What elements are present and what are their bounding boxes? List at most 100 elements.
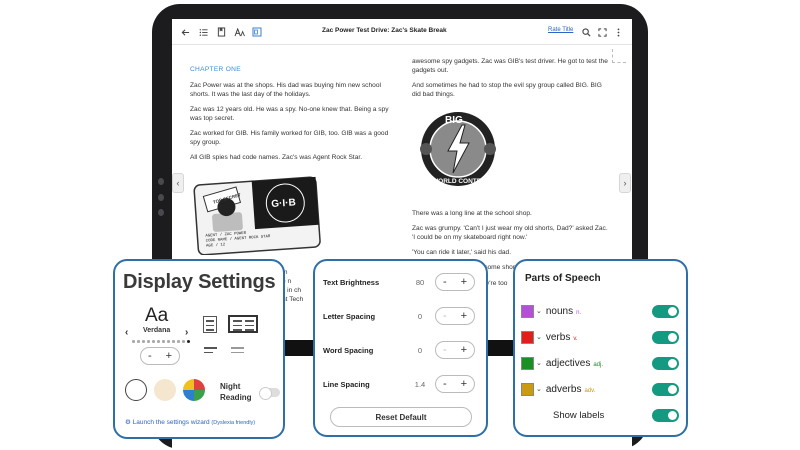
paragraph: All GIB spies had code names. Zac's was … (190, 154, 363, 161)
chevron-left-icon: ‹ (176, 178, 180, 188)
pos-abbr: adj. (593, 361, 604, 368)
fullscreen-icon[interactable] (595, 25, 609, 39)
letter-spacing-stepper[interactable]: - + (435, 307, 475, 325)
adjectives-toggle[interactable] (652, 356, 679, 370)
font-dot[interactable] (182, 340, 185, 343)
font-dot[interactable] (172, 340, 175, 343)
cream-background-swatch[interactable] (154, 379, 176, 401)
night-reading-toggle[interactable] (259, 387, 280, 400)
text-brightness-stepper[interactable]: - + (435, 273, 475, 291)
letter-spacing-row: Letter Spacing 0 - + (323, 306, 483, 326)
big-logo-top: BIG (445, 115, 463, 126)
pos-abbr: n. (576, 309, 582, 316)
increase-button[interactable]: + (461, 344, 467, 356)
pos-row-nouns: ⌄ nouns n. (521, 303, 683, 319)
next-page-button[interactable]: › (619, 173, 631, 193)
chevron-right-icon: › (623, 178, 627, 188)
line-spacing-row: Line Spacing 1.4 - + (323, 374, 483, 394)
adverbs-color-swatch[interactable] (521, 382, 534, 396)
paragraph: Zac was grumpy. 'Can't I just wear my ol… (412, 225, 608, 241)
decrease-font-size-button[interactable]: - (148, 350, 152, 362)
chevron-right-icon[interactable]: › (185, 327, 188, 338)
color-overlay-swatch[interactable] (183, 379, 205, 401)
font-carousel-dots[interactable] (132, 340, 190, 343)
font-dot[interactable] (132, 340, 135, 343)
decrease-button[interactable]: - (443, 378, 447, 390)
display-settings-icon[interactable] (250, 25, 264, 39)
chevron-down-icon[interactable]: ⌄ (536, 307, 542, 315)
word-spacing-label: Word Spacing (323, 345, 374, 355)
font-dot[interactable] (187, 340, 190, 343)
increase-button[interactable]: + (461, 378, 467, 390)
chevron-left-icon[interactable]: ‹ (125, 327, 128, 338)
word-spacing-stepper[interactable]: - + (435, 341, 475, 359)
hidden-text-right: y're too (486, 279, 516, 288)
bookmark-icon[interactable] (214, 25, 228, 39)
decrease-button[interactable]: - (443, 276, 447, 288)
font-dot[interactable] (167, 340, 170, 343)
font-dot[interactable] (137, 340, 140, 343)
paragraph: awesome spy gadgets. Zac was GIB's test … (412, 58, 608, 74)
chevron-down-icon[interactable]: ⌄ (536, 385, 542, 393)
big-logo-bottom: WORLD CONTROL (432, 178, 491, 185)
show-labels-label: Show labels (553, 409, 605, 421)
search-icon[interactable] (579, 25, 593, 39)
pos-label: adverbs (545, 383, 582, 395)
pos-abbr: v. (573, 335, 578, 342)
show-labels-toggle[interactable] (652, 408, 679, 422)
night-reading-label: Night Reading (220, 382, 252, 402)
pos-label: nouns (545, 305, 574, 317)
nouns-toggle[interactable] (652, 304, 679, 318)
decrease-button[interactable]: - (443, 310, 447, 322)
font-size-stepper[interactable]: - + (140, 347, 180, 365)
align-left-icon[interactable] (204, 347, 217, 353)
increase-button[interactable]: + (461, 276, 467, 288)
single-column-layout-icon[interactable] (203, 316, 217, 333)
decrease-button[interactable]: - (443, 344, 447, 356)
page-corner[interactable] (612, 49, 626, 63)
font-dot[interactable] (142, 340, 145, 343)
white-background-swatch[interactable] (125, 379, 147, 401)
pos-row-adjectives: ⌄ adjectives adj. (521, 355, 683, 371)
line-spacing-label: Line Spacing (323, 379, 370, 389)
tablet-camera (158, 194, 164, 201)
chevron-down-icon[interactable]: ⌄ (536, 333, 542, 341)
rate-title-link[interactable]: Rate Title (548, 27, 573, 33)
align-justify-icon[interactable] (231, 347, 244, 353)
previous-page-button[interactable]: ‹ (172, 173, 184, 193)
paragraph: 'You can ride it later,' said his dad. (412, 249, 512, 256)
verbs-color-swatch[interactable] (521, 330, 534, 344)
adjectives-color-swatch[interactable] (521, 356, 534, 370)
reset-default-button[interactable]: Reset Default (330, 407, 472, 427)
font-dot[interactable] (152, 340, 155, 343)
line-spacing-stepper[interactable]: - + (435, 375, 475, 393)
back-arrow-icon[interactable] (178, 25, 192, 39)
adverbs-toggle[interactable] (652, 382, 679, 396)
font-dot[interactable] (162, 340, 165, 343)
increase-button[interactable]: + (461, 310, 467, 322)
paragraph: There was a long line at the school shop… (412, 210, 532, 217)
big-world-control-logo: BIG WORLD CONTROL (420, 112, 496, 186)
gib-logo-text: G·I·B (271, 197, 296, 210)
reader-toolbar: Zac Power Test Drive: Zac's Skate Break … (172, 19, 632, 45)
nouns-color-swatch[interactable] (521, 304, 534, 318)
text-brightness-value: 80 (415, 277, 425, 287)
font-dot[interactable] (147, 340, 150, 343)
contents-list-icon[interactable] (196, 25, 210, 39)
pos-row-show-labels: Show labels (521, 407, 683, 423)
pos-abbr: adv. (584, 387, 596, 394)
font-dot[interactable] (177, 340, 180, 343)
text-size-icon[interactable] (232, 25, 246, 39)
chevron-down-icon[interactable]: ⌄ (536, 359, 542, 367)
text-brightness-label: Text Brightness (323, 277, 380, 287)
more-icon[interactable] (611, 25, 625, 39)
increase-font-size-button[interactable]: + (166, 350, 172, 362)
font-dot[interactable] (157, 340, 160, 343)
left-column: CHAPTER ONE Zac Power was at the shops. … (190, 65, 395, 168)
verbs-toggle[interactable] (652, 330, 679, 344)
font-preview: Aa (145, 305, 169, 326)
two-column-layout-icon[interactable] (228, 315, 258, 333)
settings-wizard-link[interactable]: ⚙ Launch the settings wizard (Dyslexia f… (125, 418, 255, 426)
letter-spacing-label: Letter Spacing (323, 311, 376, 321)
line-spacing-value: 1.4 (414, 379, 426, 389)
